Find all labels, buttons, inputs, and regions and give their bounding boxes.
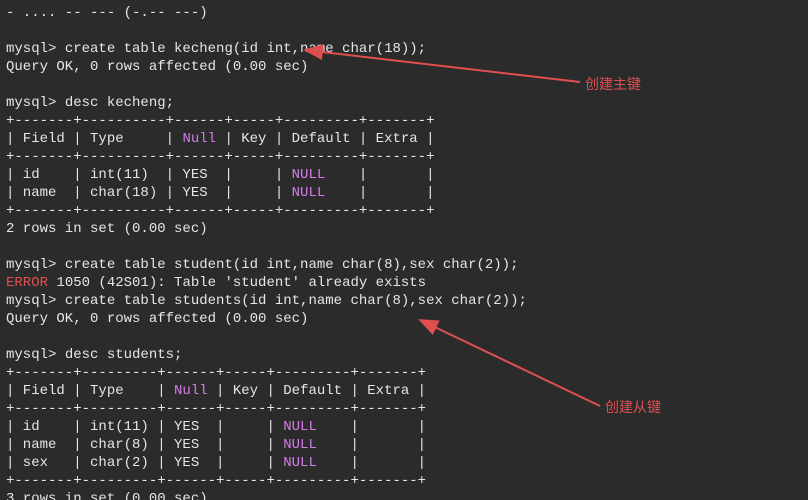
line-cmd1: mysql> create table kecheng(id int,name …: [6, 41, 426, 57]
table2-border-top: +-------+---------+------+-----+--------…: [6, 365, 426, 381]
null-header: Null: [182, 131, 216, 147]
line-cmd5: mysql> desc students;: [6, 347, 182, 363]
cmd3-text: create table student(id int,name char(8)…: [65, 257, 519, 273]
null-value: NULL: [283, 419, 317, 435]
table1-border-bot: +-------+----------+------+-----+-------…: [6, 203, 434, 219]
terminal-output: - .... -- --- (-.-- ---) mysql> create t…: [0, 0, 808, 500]
line-cmd2: mysql> desc kecheng;: [6, 95, 174, 111]
line-cmd3-error: ERROR 1050 (42S01): Table 'student' alre…: [6, 275, 426, 291]
table2-border-bot: +-------+---------+------+-----+--------…: [6, 473, 426, 489]
table1-footer: 2 rows in set (0.00 sec): [6, 221, 208, 237]
line-cmd4: mysql> create table students(id int,name…: [6, 293, 527, 309]
mysql-prompt: mysql>: [6, 347, 65, 363]
table-row: | sex | char(2) | YES | | NULL | |: [6, 455, 426, 471]
mysql-prompt: mysql>: [6, 257, 65, 273]
table-row: | name | char(8) | YES | | NULL | |: [6, 437, 426, 453]
line-cmd1-result: Query OK, 0 rows affected (0.00 sec): [6, 59, 308, 75]
line-top-fragment: - .... -- --- (-.-- ---): [6, 5, 208, 21]
table2-header: | Field | Type | Null | Key | Default | …: [6, 383, 426, 399]
error-rest: 1050 (42S01): Table 'student' already ex…: [48, 275, 426, 291]
line-cmd3: mysql> create table student(id int,name …: [6, 257, 519, 273]
table1-header: | Field | Type | Null | Key | Default | …: [6, 131, 434, 147]
mysql-prompt: mysql>: [6, 95, 65, 111]
cmd2-text: desc kecheng;: [65, 95, 174, 111]
null-value: NULL: [292, 185, 326, 201]
table-row: | name | char(18) | YES | | NULL | |: [6, 185, 434, 201]
null-header: Null: [174, 383, 208, 399]
cmd5-text: desc students;: [65, 347, 183, 363]
null-value: NULL: [283, 437, 317, 453]
mysql-prompt: mysql>: [6, 293, 65, 309]
table2-border-mid: +-------+---------+------+-----+--------…: [6, 401, 426, 417]
table1-border-top: +-------+----------+------+-----+-------…: [6, 113, 434, 129]
line-cmd4-result: Query OK, 0 rows affected (0.00 sec): [6, 311, 308, 327]
mysql-prompt: mysql>: [6, 41, 65, 57]
cmd4-text: create table students(id int,name char(8…: [65, 293, 527, 309]
table-row: | id | int(11) | YES | | NULL | |: [6, 419, 426, 435]
null-value: NULL: [283, 455, 317, 471]
null-value: NULL: [292, 167, 326, 183]
table2-footer: 3 rows in set (0.00 sec): [6, 491, 208, 500]
table-row: | id | int(11) | YES | | NULL | |: [6, 167, 434, 183]
table1-border-mid: +-------+----------+------+-----+-------…: [6, 149, 434, 165]
cmd1-text: create table kecheng(id int,name char(18…: [65, 41, 426, 57]
error-label: ERROR: [6, 275, 48, 291]
